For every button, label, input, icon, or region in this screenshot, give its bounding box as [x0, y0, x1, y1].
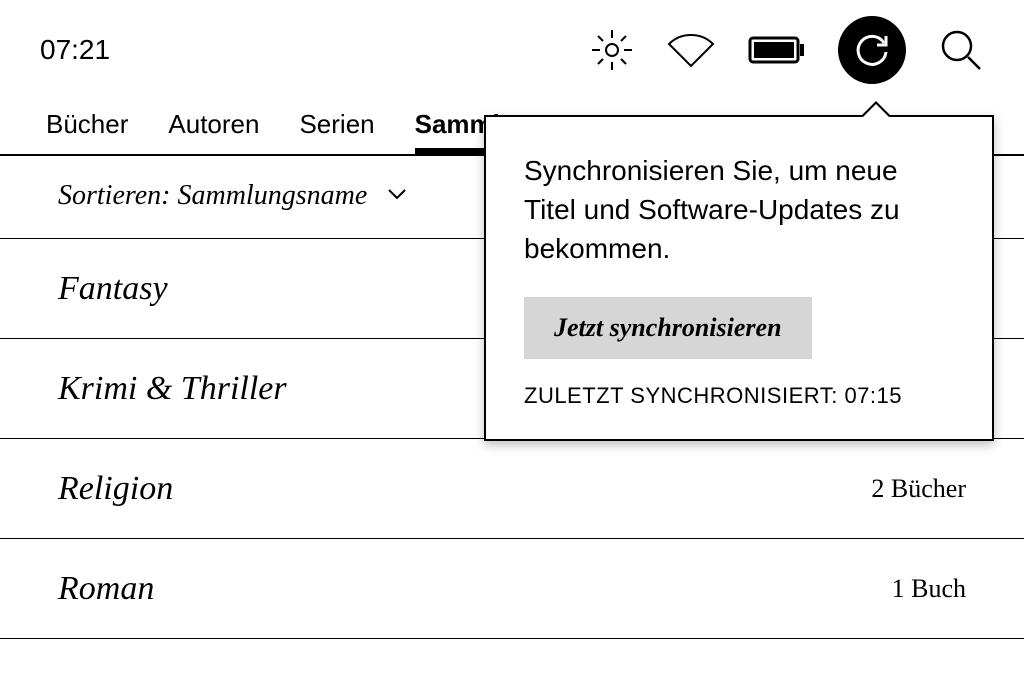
collection-count: 1 Buch: [892, 574, 966, 604]
status-bar: 07:21: [0, 0, 1024, 100]
chevron-down-icon: [387, 187, 407, 206]
tab-series[interactable]: Serien: [299, 109, 374, 154]
wifi-icon[interactable]: [666, 30, 716, 70]
list-item[interactable]: Roman 1 Buch: [0, 539, 1024, 639]
sync-message: Synchronisieren Sie, um neue Titel und S…: [524, 151, 954, 269]
sync-now-button[interactable]: Jetzt synchronisieren: [524, 297, 812, 359]
clock: 07:21: [40, 34, 110, 66]
tab-books[interactable]: Bücher: [46, 109, 128, 154]
collection-name: Fantasy: [58, 270, 168, 308]
sync-popover: Synchronisieren Sie, um neue Titel und S…: [484, 115, 994, 441]
sync-icon[interactable]: [838, 16, 906, 84]
collection-name: Roman: [58, 570, 154, 608]
collection-name: Krimi & Thriller: [58, 370, 287, 408]
brightness-icon[interactable]: [590, 28, 634, 72]
last-synced-label: ZULETZT SYNCHRONISIERT: 07:15: [524, 383, 954, 409]
tab-authors[interactable]: Autoren: [168, 109, 259, 154]
search-icon[interactable]: [938, 27, 984, 73]
list-item[interactable]: Religion 2 Bücher: [0, 439, 1024, 539]
status-icons: [590, 16, 984, 84]
sort-label: Sortieren: Sammlungsname: [58, 180, 367, 212]
battery-icon: [748, 34, 806, 66]
collection-name: Religion: [58, 470, 173, 508]
collection-count: 2 Bücher: [871, 474, 966, 504]
